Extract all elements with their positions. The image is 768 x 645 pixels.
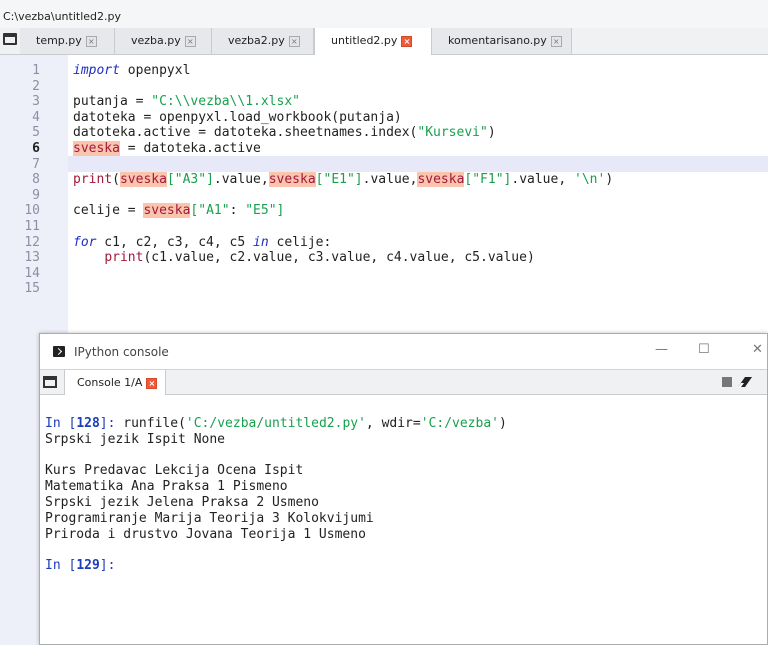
line-number: 4 <box>32 109 40 125</box>
maximize-button[interactable]: ☐ <box>698 342 710 357</box>
console-output-line: Srpski jezik Jelena Praksa 2 Usmeno <box>45 495 319 510</box>
line-number: 9 <box>32 187 40 203</box>
console-output-line: Priroda i drustvo Jovana Teorija 1 Usmen… <box>45 527 366 542</box>
line-number: 12 <box>24 234 40 250</box>
code-line-12: for c1, c2, c3, c4, c5 in celije: <box>73 234 332 250</box>
file-path-bar: C:\vezba\untitled2.py <box>0 0 768 28</box>
close-tab-icon[interactable]: × <box>85 35 97 47</box>
current-line-highlight <box>68 156 768 172</box>
code-line-4: datoteka = openpyxl.load_workbook(putanj… <box>73 109 402 125</box>
tab-vezba2-py[interactable]: vezba2.py × <box>212 28 314 54</box>
browse-tabs-icon[interactable] <box>3 33 17 45</box>
tab-vezba-py[interactable]: vezba.py × <box>115 28 212 54</box>
line-number: 5 <box>32 125 40 141</box>
tab-komentarisano-py[interactable]: komentarisano.py × <box>432 28 572 54</box>
eraser-icon[interactable] <box>738 377 752 387</box>
code-line-10: celije = sveska["A1": "E5"] <box>73 203 285 219</box>
console-output-line: Matematika Ana Praksa 1 Pismeno <box>45 479 288 494</box>
console-input-line: In [128]: runfile('C:/vezba/untitled2.py… <box>45 416 507 431</box>
close-tab-icon[interactable]: × <box>288 35 300 47</box>
line-number: 13 <box>24 250 40 266</box>
console-prompt-line[interactable]: In [129]: <box>45 558 115 574</box>
code-line-1: import openpyxl <box>73 63 191 78</box>
tab-label: Console 1/A <box>77 376 143 389</box>
terminal-icon <box>53 346 65 357</box>
close-tab-icon[interactable]: × <box>550 35 562 47</box>
line-number: 7 <box>32 156 40 172</box>
code-line-5: datoteka.active = datoteka.sheetnames.in… <box>73 125 496 141</box>
console-output-line: Srpski jezik Ispit None <box>45 432 226 447</box>
browse-tabs-icon[interactable] <box>43 376 57 388</box>
code-line-13: print(c1.value, c2.value, c3.value, c4.v… <box>104 250 535 266</box>
tab-console-1a[interactable]: Console 1/A × <box>64 370 167 395</box>
console-title-bar[interactable]: IPython console — ☐ ✕ <box>40 334 767 369</box>
close-tab-icon[interactable]: × <box>184 35 196 47</box>
tab-label: komentarisano.py <box>448 34 547 47</box>
editor-tab-bar: temp.py × vezba.py × vezba2.py × untitled2.… <box>0 28 768 55</box>
line-number: 14 <box>24 265 40 281</box>
console-output-line: Kurs Predavac Lekcija Ocena Ispit <box>45 463 304 478</box>
line-number: 8 <box>32 172 40 188</box>
line-number: 15 <box>24 281 40 297</box>
tab-untitled2-py[interactable]: untitled2.py × <box>314 28 432 55</box>
line-number: 11 <box>24 219 40 234</box>
line-number-current: 6 <box>32 141 40 156</box>
ipython-console-window[interactable]: IPython console — ☐ ✕ Console 1/A × In [1… <box>39 333 768 645</box>
tab-label: temp.py <box>36 34 82 47</box>
stop-icon[interactable] <box>722 377 732 387</box>
console-output-line: Programiranje Marija Teorija 3 Kolokviju… <box>45 511 374 526</box>
close-tab-icon[interactable]: × <box>146 377 158 389</box>
close-window-button[interactable]: ✕ <box>752 342 763 357</box>
console-window-title: IPython console <box>74 345 169 359</box>
tab-label: vezba2.py <box>228 34 285 47</box>
line-number: 1 <box>32 63 40 78</box>
minimize-button[interactable]: — <box>655 342 668 357</box>
code-line-6: sveska = datoteka.active <box>73 141 261 156</box>
console-tab-bar: Console 1/A × <box>40 369 767 395</box>
tab-label: untitled2.py <box>331 34 398 47</box>
code-line-3: putanja = "C:\\vezba\\1.xlsx" <box>73 94 300 110</box>
close-tab-icon[interactable]: × <box>401 35 413 47</box>
file-path-text: C:\vezba\untitled2.py <box>3 10 121 23</box>
line-number: 2 <box>32 78 40 94</box>
code-line-8: print(sveska["A3"].value,sveska["E1"].va… <box>73 172 614 188</box>
tab-temp-py[interactable]: temp.py × <box>20 28 115 54</box>
tab-label: vezba.py <box>131 34 181 47</box>
line-number: 10 <box>24 203 40 219</box>
line-number: 3 <box>32 94 40 110</box>
